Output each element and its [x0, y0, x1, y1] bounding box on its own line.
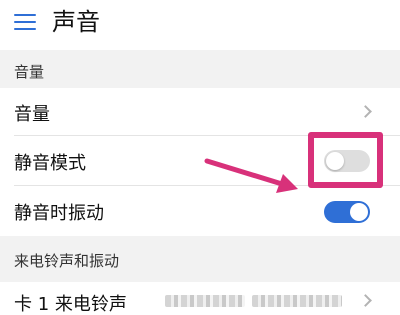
annotation-highlight-box [308, 132, 383, 188]
app-header: 声音 [0, 0, 400, 50]
section-header-volume: 音量 [0, 50, 400, 88]
menu-icon[interactable] [14, 13, 36, 31]
section-header-ringtone-vibration: 来电铃声和振动 [0, 236, 400, 282]
vibrate-when-silent-toggle[interactable] [324, 201, 370, 223]
chevron-right-icon [359, 294, 372, 307]
settings-row-sim1-ringtone[interactable]: 卡 1 来电铃声 [0, 282, 400, 315]
section-title: 来电铃声和振动 [14, 252, 120, 270]
row-label: 音量 [14, 104, 50, 125]
settings-row-volume[interactable]: 音量 [0, 88, 400, 136]
row-label: 卡 1 来电铃声 [14, 294, 127, 315]
settings-row-vibrate-when-silent[interactable]: 静音时振动 [0, 186, 400, 236]
obscured-ringtone-value [252, 295, 342, 307]
obscured-ringtone-value [165, 295, 245, 307]
section-title: 音量 [14, 63, 45, 81]
page-title: 声音 [52, 8, 100, 36]
toggle-knob [350, 203, 368, 221]
row-label: 静音模式 [14, 153, 86, 174]
chevron-right-icon [359, 105, 372, 118]
row-label: 静音时振动 [14, 203, 104, 224]
